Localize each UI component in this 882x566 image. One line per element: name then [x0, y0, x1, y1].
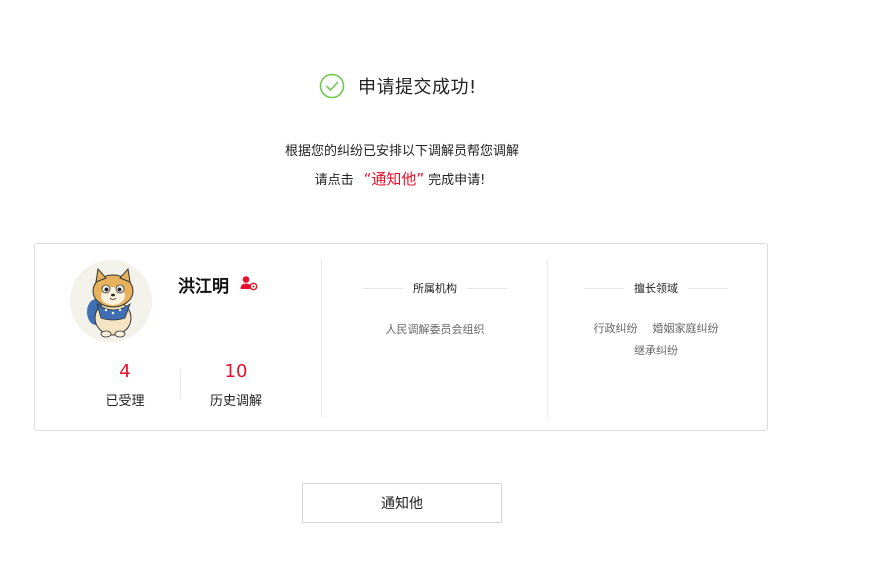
stat-divider	[180, 369, 181, 399]
title-rule-right	[467, 287, 507, 289]
column-divider	[547, 258, 548, 418]
expertise-title: 擅长领域	[634, 282, 678, 295]
success-title: 申请提交成功!	[358, 77, 477, 98]
stat-accepted: 4 已受理	[85, 360, 165, 409]
instruction-prefix: 请点击	[314, 173, 354, 188]
organization-section-title: 所属机构	[323, 280, 547, 296]
stat-history-value: 10	[224, 361, 248, 382]
person-badge-icon	[240, 276, 258, 291]
expertise-section-title: 擅长领域	[549, 280, 763, 296]
stat-accepted-label: 已受理	[105, 394, 145, 409]
title-rule-right	[688, 287, 728, 289]
expertise-item: 继承纠纷	[634, 344, 678, 357]
expertise-item: 婚姻家庭纠纷	[652, 322, 719, 335]
mediator-card: 洪江明 4 已受理 10 历史调解 所属机构 人民调解委员会组织 擅长领域 行政…	[34, 243, 768, 431]
assignment-message: 根据您的纠纷已安排以下调解员帮您调解	[284, 144, 519, 159]
organization-value: 人民调解委员会组织	[385, 323, 485, 336]
cartoon-dog-avatar	[70, 260, 152, 342]
success-header: 申请提交成功!	[319, 71, 477, 101]
column-divider	[321, 258, 322, 418]
organization-title: 所属机构	[413, 282, 457, 295]
avatar	[70, 260, 152, 342]
instruction-message: 请点击 “通知他” 完成申请!	[0, 168, 800, 189]
stat-accepted-value: 4	[119, 361, 131, 382]
instruction-suffix: 完成申请!	[428, 173, 486, 188]
title-rule-left	[584, 287, 624, 289]
stat-history-label: 历史调解	[209, 394, 262, 409]
expertise-item: 行政纠纷	[593, 322, 638, 335]
check-circle-icon	[319, 73, 345, 99]
expertise-list: 行政纠纷 婚姻家庭纠纷 继承纠纷	[549, 318, 763, 362]
stat-history: 10 历史调解	[196, 360, 276, 409]
title-rule-left	[363, 287, 403, 289]
mediator-name: 洪江明	[178, 277, 229, 297]
expertise-row: 行政纠纷 婚姻家庭纠纷	[549, 318, 763, 340]
notify-button[interactable]: 通知他	[302, 483, 502, 523]
instruction-highlight: “通知他”	[363, 170, 425, 188]
expertise-row: 继承纠纷	[549, 340, 763, 362]
